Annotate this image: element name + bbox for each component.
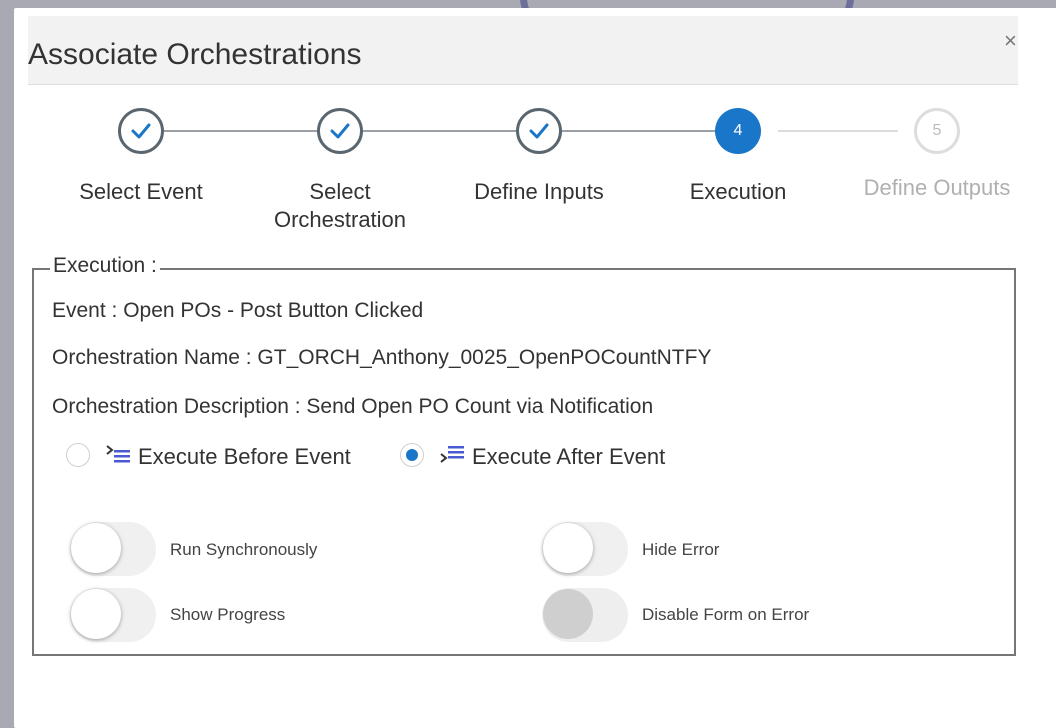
event-text: Event : Open POs - Post Button Clicked bbox=[52, 299, 424, 322]
show-progress-label: Show Progress bbox=[170, 605, 286, 624]
close-icon[interactable]: × bbox=[1004, 30, 1017, 52]
checkmark-icon bbox=[131, 123, 151, 139]
step-connector bbox=[562, 130, 716, 132]
step-label-define-inputs: Define Inputs bbox=[474, 179, 604, 204]
disable-form-on-error-toggle bbox=[542, 588, 628, 642]
execute-before-radio[interactable] bbox=[66, 443, 90, 467]
header-divider bbox=[28, 84, 1018, 85]
step-1-circle[interactable] bbox=[118, 108, 164, 154]
step-connector bbox=[778, 130, 898, 132]
step-2-circle[interactable] bbox=[317, 108, 363, 154]
dialog-header: Associate Orchestrations bbox=[28, 16, 1018, 84]
toggle-knob bbox=[543, 523, 593, 573]
execute-after-radio[interactable] bbox=[400, 443, 424, 467]
execution-legend: Execution : bbox=[50, 254, 160, 278]
toggle-knob bbox=[71, 523, 121, 573]
step-5-circle[interactable]: 5 bbox=[914, 108, 960, 154]
run-synchronously-toggle[interactable] bbox=[70, 522, 156, 576]
step-connector bbox=[164, 130, 318, 132]
step-label-execution: Execution bbox=[689, 179, 787, 204]
checkmark-icon bbox=[330, 123, 350, 139]
execute-before-label[interactable]: Execute Before Event bbox=[138, 444, 351, 470]
orchestration-name-text: Orchestration Name : GT_ORCH_Anthony_002… bbox=[52, 346, 712, 369]
step-4-circle[interactable]: 4 bbox=[715, 108, 761, 154]
hide-error-label: Hide Error bbox=[642, 540, 720, 559]
checkmark-icon bbox=[529, 123, 549, 139]
execute-after-label[interactable]: Execute After Event bbox=[472, 444, 665, 470]
execute-after-icon bbox=[440, 446, 464, 463]
step-label-select-event: Select Event bbox=[79, 179, 203, 204]
toggle-knob bbox=[543, 589, 593, 639]
show-progress-toggle[interactable] bbox=[70, 588, 156, 642]
disable-form-on-error-label: Disable Form on Error bbox=[642, 605, 810, 624]
step-label-select-orchestration: Select Orchestration bbox=[273, 179, 407, 232]
run-synchronously-label: Run Synchronously bbox=[170, 540, 318, 559]
toggle-knob bbox=[71, 589, 121, 639]
step-3-circle[interactable] bbox=[516, 108, 562, 154]
orchestration-description-text: Orchestration Description : Send Open PO… bbox=[52, 395, 654, 418]
step-connector bbox=[363, 130, 517, 132]
execute-before-icon bbox=[106, 445, 130, 463]
step-label-define-outputs: Define Outputs bbox=[863, 175, 1011, 200]
hide-error-toggle[interactable] bbox=[542, 522, 628, 576]
dialog-title: Associate Orchestrations bbox=[28, 38, 362, 71]
